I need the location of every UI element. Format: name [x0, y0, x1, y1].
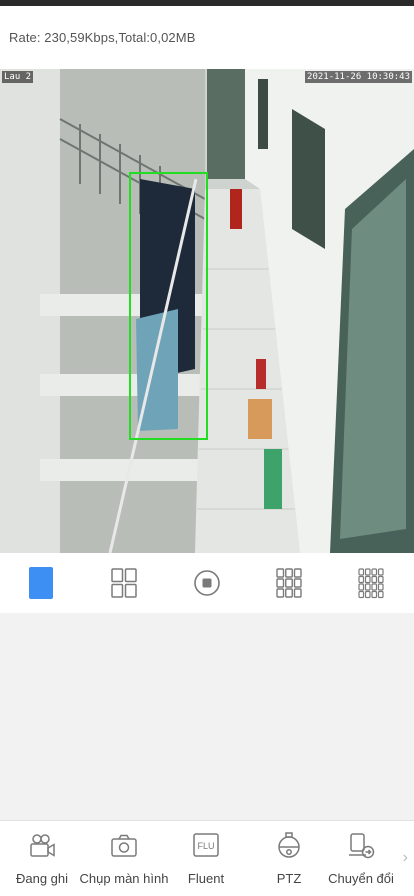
quad-view-icon	[111, 568, 137, 598]
record-button[interactable]: Đang ghi	[14, 831, 70, 891]
fluent-quality-icon: FLU	[193, 833, 219, 857]
snapshot-label: Chụp màn hình	[79, 871, 169, 886]
stop-icon	[194, 570, 220, 596]
rate-text: Rate: 230,59Kbps,Total:0,02MB	[9, 30, 196, 45]
switch-device-icon	[349, 833, 375, 859]
quality-label: Fluent	[187, 871, 225, 886]
ptz-label: PTZ	[276, 871, 302, 886]
camera-icon	[111, 834, 137, 857]
video-timestamp: 2021-11-26 10:30:43	[305, 71, 412, 83]
bottom-toolbar: Đang ghi Chụp màn hình FLU Fluent PTZ Ch…	[0, 820, 414, 896]
empty-area	[0, 613, 414, 820]
chevron-right-icon[interactable]: ›	[403, 849, 408, 867]
switch-label: Chuyển đổi	[328, 871, 394, 886]
svg-text:FLU: FLU	[197, 841, 214, 851]
quality-button[interactable]: FLU Fluent	[182, 831, 230, 891]
sixteen-view-icon	[358, 568, 384, 599]
ptz-button[interactable]: PTZ	[268, 831, 310, 891]
snapshot-button[interactable]: Chụp màn hình	[80, 831, 168, 891]
layout-sixteen-button[interactable]	[353, 565, 389, 601]
layout-bar	[0, 553, 414, 613]
camera-name: Lau 2	[2, 71, 34, 83]
stop-all-button[interactable]	[189, 565, 225, 601]
video-view[interactable]: Lau 2 2021-11-26 10:30:43	[0, 69, 414, 553]
single-view-icon	[29, 567, 53, 599]
rate-bar: Rate: 230,59Kbps,Total:0,02MB	[0, 6, 414, 69]
ptz-camera-icon	[278, 832, 300, 858]
record-label: Đang ghi	[15, 871, 69, 886]
camera-frame	[0, 69, 414, 553]
nine-view-icon	[276, 568, 302, 598]
video-camera-icon	[30, 834, 55, 857]
layout-quad-button[interactable]	[106, 565, 142, 601]
switch-button[interactable]: Chuyển đổi	[328, 831, 394, 891]
layout-single-button[interactable]	[23, 565, 59, 601]
layout-nine-button[interactable]	[271, 565, 307, 601]
